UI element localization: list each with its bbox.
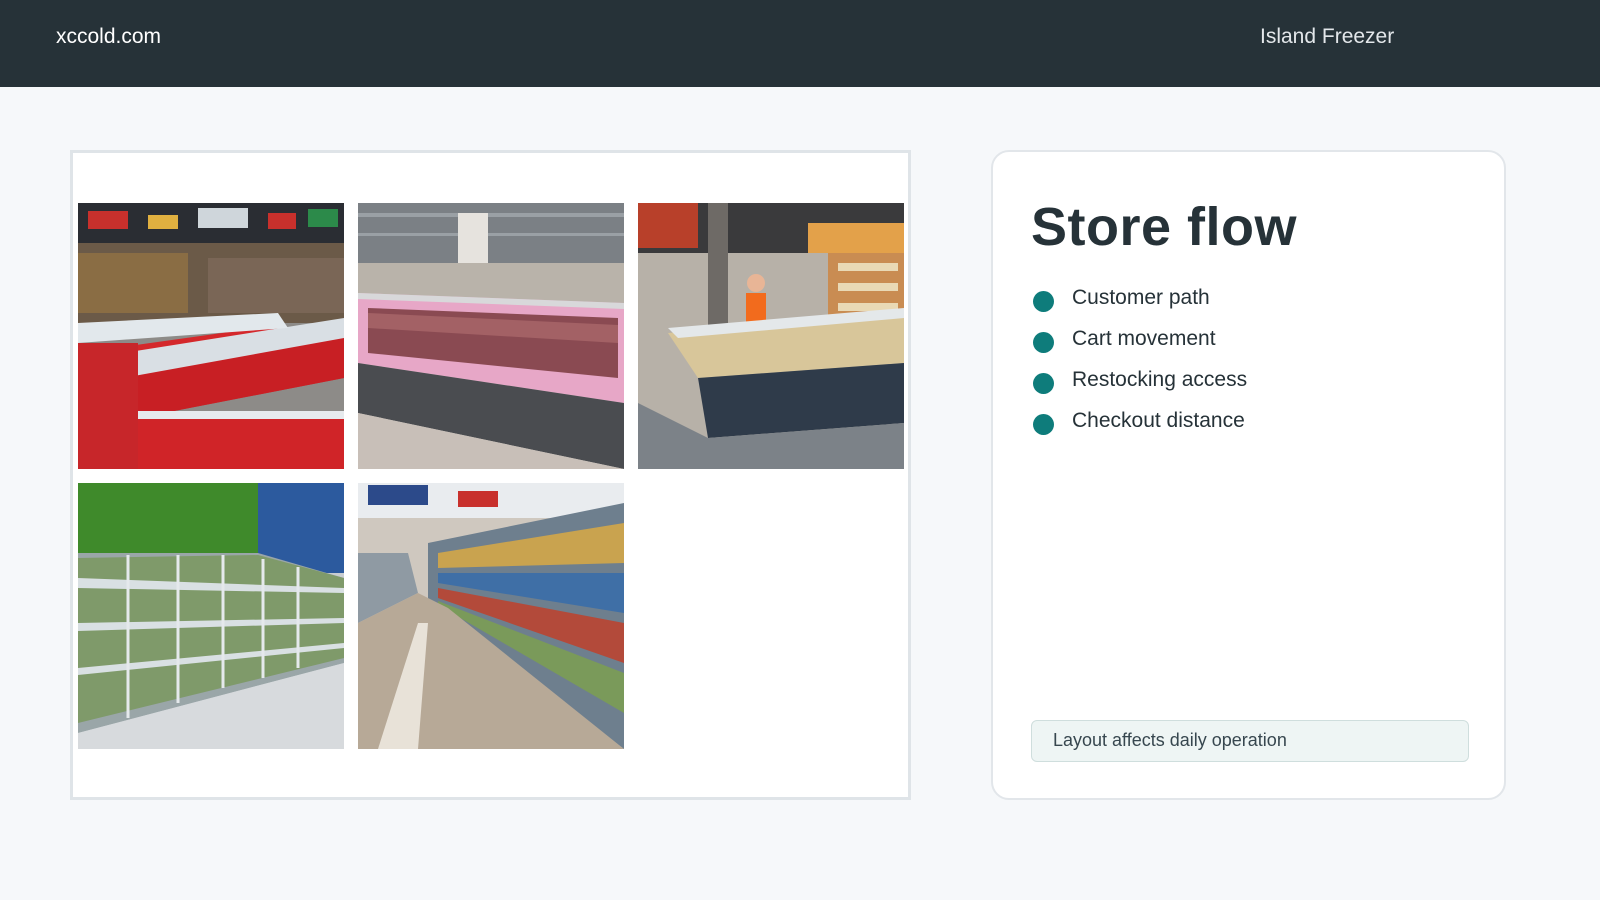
photo-deli-counter xyxy=(638,203,904,469)
store-flow-card: Store flow Customer path Cart movement R… xyxy=(991,150,1506,800)
list-item-label: Restocking access xyxy=(1072,367,1248,391)
note-box: Layout affects daily operation xyxy=(1031,720,1469,762)
photo-glass-door-coolers xyxy=(78,483,344,749)
photo-red-island-freezers xyxy=(78,203,344,469)
bullet-dot-icon xyxy=(1033,414,1054,435)
top-bar: xccold.com Island Freezer xyxy=(0,0,1600,87)
store-flow-list: Customer path Cart movement Restocking a… xyxy=(1033,277,1247,441)
page-title: Island Freezer xyxy=(1260,25,1395,48)
list-item-label: Customer path xyxy=(1072,285,1210,309)
list-item-label: Cart movement xyxy=(1072,326,1216,350)
list-item: Cart movement xyxy=(1033,318,1247,359)
list-item-label: Checkout distance xyxy=(1072,408,1245,432)
photo-meat-display-case xyxy=(358,203,624,469)
list-item: Customer path xyxy=(1033,277,1247,318)
site-name[interactable]: xccold.com xyxy=(56,25,161,49)
list-item: Restocking access xyxy=(1033,359,1247,400)
photo-gallery xyxy=(70,150,911,800)
photo-supermarket-aisle xyxy=(358,483,624,749)
list-item: Checkout distance xyxy=(1033,400,1247,441)
card-title: Store flow xyxy=(1031,197,1298,257)
bullet-dot-icon xyxy=(1033,291,1054,312)
bullet-dot-icon xyxy=(1033,332,1054,353)
bullet-dot-icon xyxy=(1033,373,1054,394)
